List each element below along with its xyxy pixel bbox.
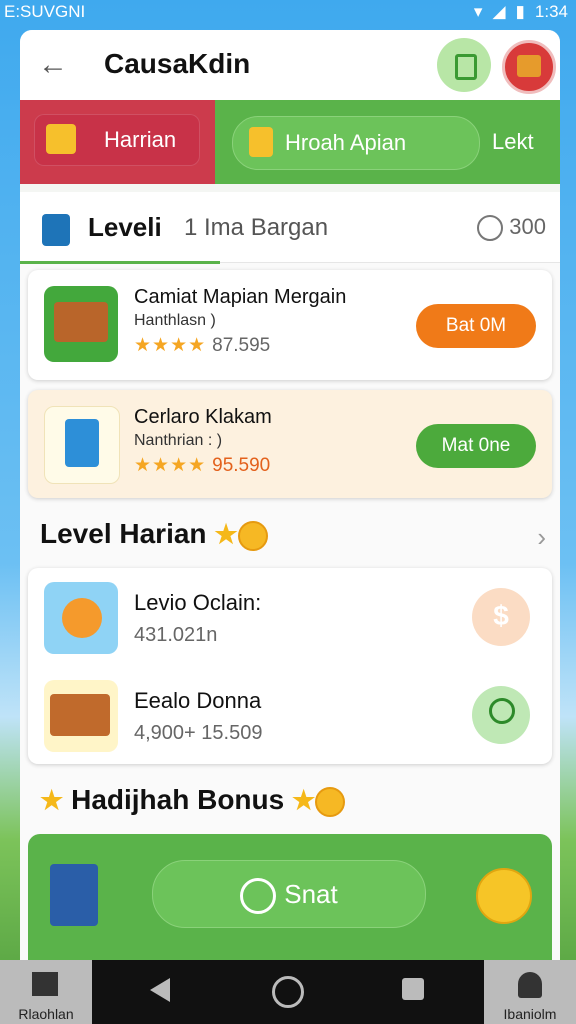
chevron-right-icon[interactable]: › bbox=[537, 522, 546, 553]
house-icon bbox=[46, 124, 76, 154]
star-icon: ★ bbox=[292, 785, 316, 815]
offer-action-button[interactable]: Mat 0ne bbox=[416, 424, 536, 468]
crate-icon bbox=[50, 694, 110, 736]
person-icon bbox=[489, 698, 515, 724]
snat-label: Snat bbox=[284, 879, 338, 909]
tab-label: Harrian bbox=[104, 127, 177, 152]
profile-button[interactable] bbox=[472, 686, 530, 744]
status-bar: E:SUVGNI ▾ ◢ ▮ 1:34 bbox=[0, 0, 576, 24]
item-title: Eealo Donna bbox=[134, 688, 262, 713]
rating-value: 95.590 bbox=[212, 455, 271, 476]
bag-icon bbox=[249, 127, 273, 157]
shopping-bag-icon bbox=[42, 214, 70, 246]
offer-subtitle: Hanthlasn ) bbox=[134, 312, 216, 329]
star-icon: ★ bbox=[214, 519, 238, 549]
status-carrier: E:SUVGNI bbox=[4, 2, 86, 21]
section-title-text: Level Harian bbox=[40, 518, 207, 549]
system-home-icon[interactable] bbox=[272, 976, 304, 1008]
status-time: 1:34 bbox=[534, 2, 568, 21]
chest-icon bbox=[54, 302, 108, 342]
offer-title: Cerlaro Klakam bbox=[134, 406, 272, 428]
profile-icon bbox=[518, 972, 542, 998]
wallet-icon bbox=[455, 54, 477, 80]
star-icon: ★ bbox=[40, 785, 64, 815]
star-rating: ★★★★ bbox=[134, 455, 207, 476]
level-header: Leveli 1 Ima Bargan 300 bbox=[20, 192, 560, 264]
user-count-value: 300 bbox=[509, 214, 546, 239]
offer-rating: ★★★★ 95.590 bbox=[134, 454, 270, 477]
nav-profile[interactable]: Ibaniolm bbox=[484, 960, 576, 1024]
section-title-level-harian: Level Harian ★ bbox=[40, 518, 268, 551]
level-list: Levio Oclain: 431.021n $ Eealo Donna 4,9… bbox=[28, 568, 552, 764]
nav-label: Ibaniolm bbox=[503, 1006, 557, 1022]
section-title-bonus: ★ Hadijhah Bonus ★ bbox=[40, 784, 346, 817]
gift-button[interactable] bbox=[502, 40, 556, 94]
item-thumbnail bbox=[44, 582, 118, 654]
offer-card[interactable]: Camiat Mapian Mergain Hanthlasn ) ★★★★ 87… bbox=[28, 270, 552, 380]
back-arrow-icon[interactable]: ← bbox=[38, 50, 68, 80]
wifi-icon: ▾ bbox=[473, 2, 483, 21]
section-title-text: Hadijhah Bonus bbox=[71, 784, 285, 815]
coin-icon bbox=[237, 520, 268, 551]
tab-lekt[interactable]: Lekt bbox=[492, 129, 534, 155]
tab-label: Hroah Apian bbox=[285, 130, 407, 155]
user-icon bbox=[477, 215, 504, 242]
list-item[interactable]: Levio Oclain: 431.021n $ bbox=[28, 568, 552, 664]
user-count: 300 bbox=[477, 214, 546, 242]
offer-subtitle: Nanthrian : ) bbox=[134, 432, 223, 449]
home-icon bbox=[32, 972, 58, 996]
offer-thumbnail bbox=[44, 406, 120, 484]
bonus-card: Snat bbox=[28, 834, 552, 960]
tab-hroah-apian[interactable]: Hroah Apian bbox=[232, 116, 480, 170]
mascot-icon bbox=[62, 598, 102, 638]
smiley-icon[interactable] bbox=[476, 868, 532, 924]
rating-value: 87.595 bbox=[212, 335, 271, 356]
list-item[interactable]: Eealo Donna 4,900+ 15.509 bbox=[28, 666, 552, 762]
tab-underline bbox=[20, 261, 220, 264]
status-icons: ▾ ◢ ▮ 1:34 bbox=[474, 2, 568, 22]
package-icon bbox=[50, 864, 98, 926]
wallet-button[interactable] bbox=[437, 38, 491, 92]
item-title: Levio Oclain: bbox=[134, 590, 262, 615]
gift-icon bbox=[517, 55, 541, 77]
battery-icon: ▮ bbox=[515, 2, 525, 21]
page-title: CausaKdin bbox=[104, 48, 251, 79]
app-header: ← CausaKdin bbox=[20, 30, 560, 101]
bottom-nav: Rlaohlan Ibaniolm bbox=[0, 960, 576, 1024]
offer-card[interactable]: Cerlaro Klakam Nanthrian : ) ★★★★ 95.590 … bbox=[28, 390, 552, 498]
item-value: 431.021n bbox=[134, 624, 218, 646]
bin-icon bbox=[65, 419, 99, 467]
level-subtitle: 1 Ima Bargan bbox=[184, 214, 329, 241]
offer-title: Camiat Mapian Mergain bbox=[134, 286, 347, 308]
nav-label: Rlaohlan bbox=[18, 1006, 74, 1022]
nav-home[interactable]: Rlaohlan bbox=[0, 960, 92, 1024]
item-value: 4,900+ 15.509 bbox=[134, 722, 263, 744]
app-window: ← CausaKdin Harrian Hroah Apian Lekt Lev… bbox=[20, 30, 560, 960]
system-recents-icon[interactable] bbox=[402, 978, 424, 1000]
coin-icon bbox=[315, 786, 346, 817]
offer-rating: ★★★★ 87.595 bbox=[134, 334, 270, 357]
tab-bar: Harrian Hroah Apian Lekt bbox=[20, 100, 560, 184]
content-panel: Leveli 1 Ima Bargan 300 Camiat Mapian Me… bbox=[20, 192, 560, 960]
system-back-icon[interactable] bbox=[150, 978, 170, 1002]
snat-button[interactable]: Snat bbox=[152, 860, 426, 928]
level-title: Leveli bbox=[88, 212, 162, 242]
dollar-icon: $ bbox=[493, 600, 509, 631]
star-rating: ★★★★ bbox=[134, 335, 207, 356]
tab-harrian[interactable]: Harrian bbox=[34, 114, 200, 166]
signal-icon: ◢ bbox=[492, 2, 506, 21]
item-thumbnail bbox=[44, 680, 118, 752]
offer-thumbnail bbox=[44, 286, 118, 362]
offer-action-button[interactable]: Bat 0M bbox=[416, 304, 536, 348]
scan-icon bbox=[240, 878, 277, 915]
dollar-button[interactable]: $ bbox=[472, 588, 530, 646]
